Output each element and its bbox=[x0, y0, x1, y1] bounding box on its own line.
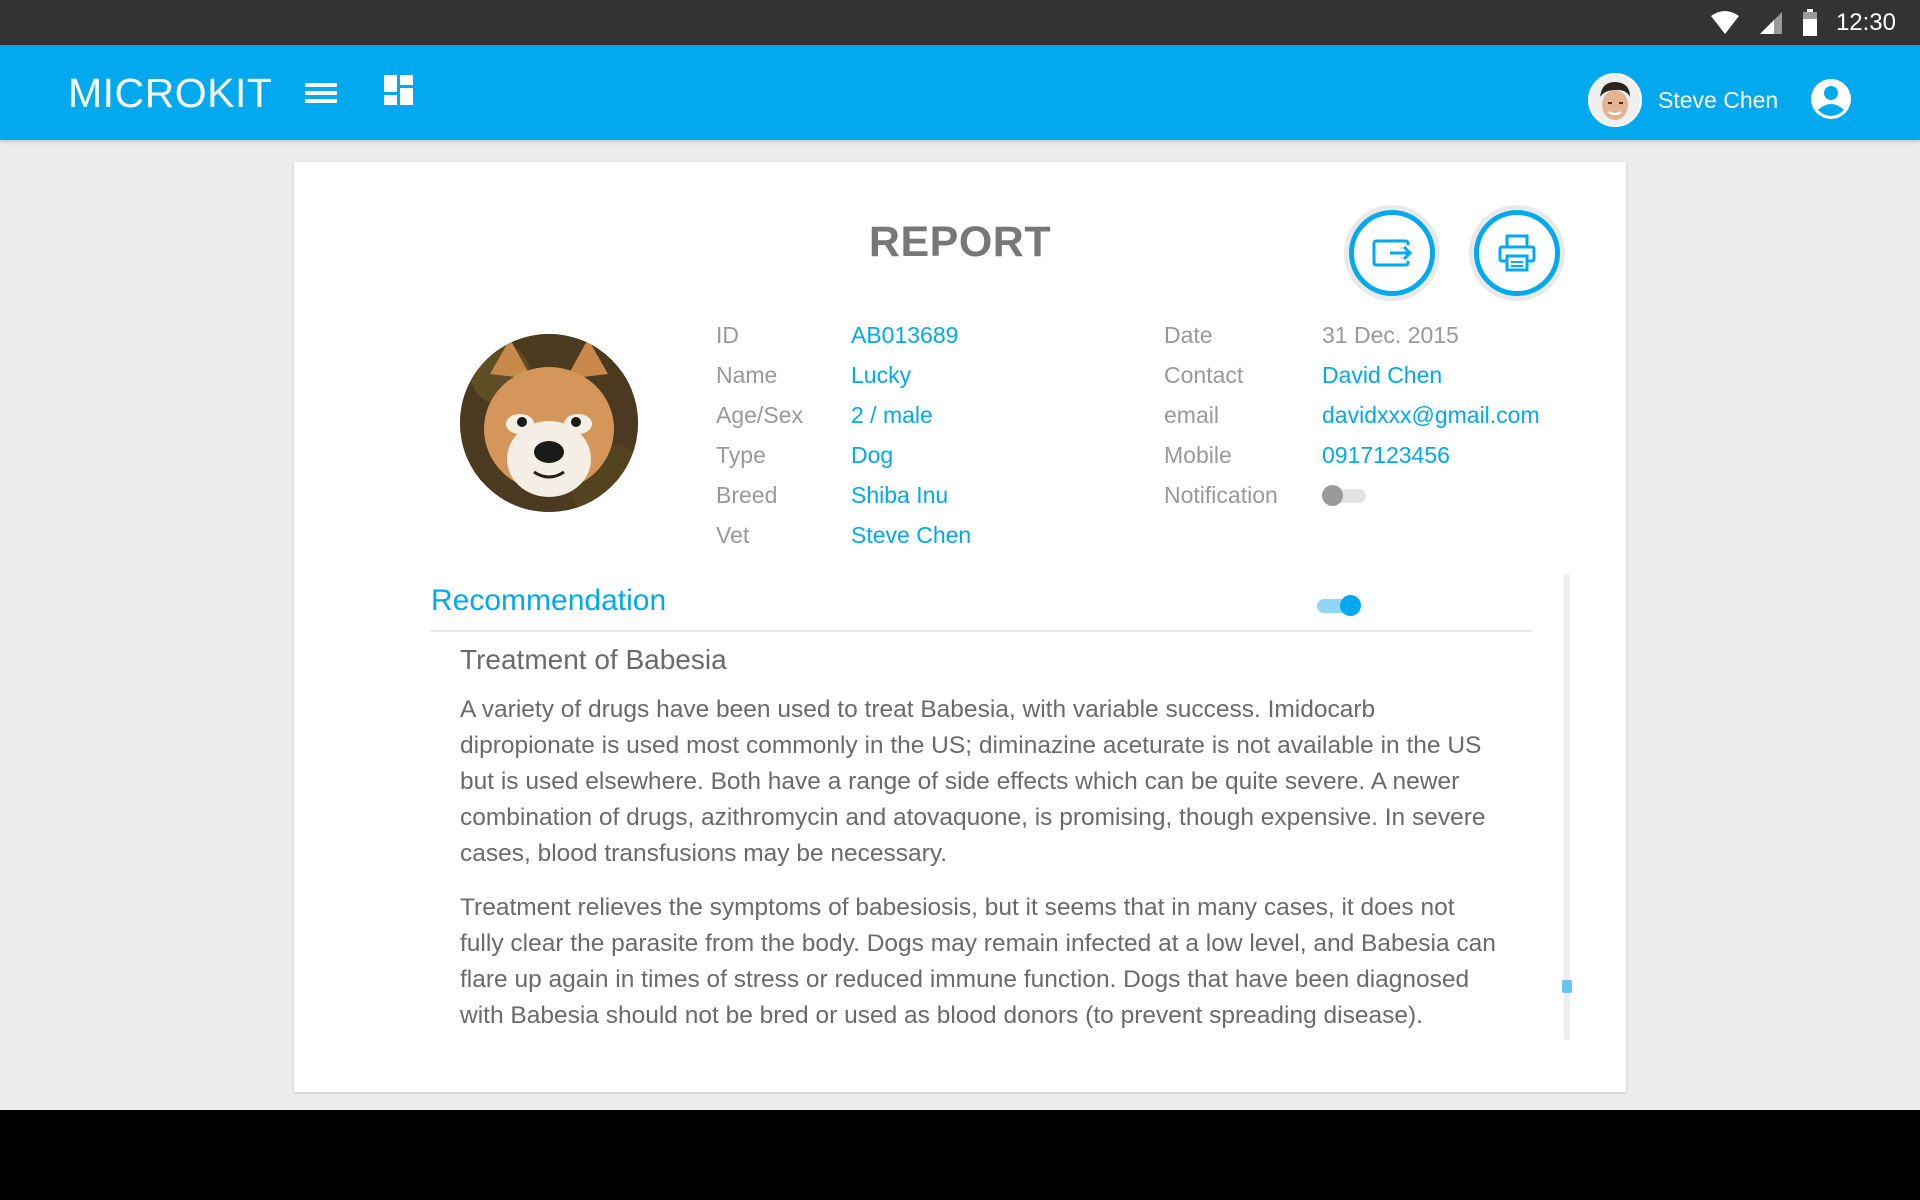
field-label: Mobile bbox=[1164, 441, 1232, 468]
field-value: Steve Chen bbox=[851, 521, 972, 548]
field-label: Age/Sex bbox=[716, 401, 803, 428]
cell-signal-icon bbox=[1758, 10, 1784, 36]
menu-button[interactable] bbox=[302, 77, 340, 109]
account-button[interactable] bbox=[1809, 77, 1853, 121]
field-value: Dog bbox=[851, 441, 894, 468]
system-navigation-bar bbox=[0, 1110, 1920, 1200]
field-label: Type bbox=[716, 441, 766, 468]
dashboard-icon bbox=[384, 75, 413, 105]
recommendation-toggle[interactable] bbox=[1315, 594, 1361, 616]
field-label: Contact bbox=[1164, 361, 1244, 388]
app-title: MICROKIT bbox=[68, 70, 273, 116]
contact-name[interactable]: David Chen bbox=[1322, 362, 1442, 389]
print-button[interactable] bbox=[1474, 210, 1560, 296]
recommendation-content: Treatment of Babesia A variety of drugs … bbox=[460, 644, 1500, 1052]
info-row-type: Type Dog bbox=[716, 435, 971, 475]
status-time: 12:30 bbox=[1835, 8, 1896, 36]
field-value: Lucky bbox=[851, 361, 912, 388]
user-avatar bbox=[1588, 73, 1642, 127]
account-circle-icon bbox=[1811, 79, 1851, 119]
field-value: AB013689 bbox=[851, 321, 959, 348]
scrollbar[interactable] bbox=[1562, 574, 1572, 1040]
email-link[interactable]: davidxxx@gmail.com bbox=[1322, 402, 1540, 429]
info-row-date: Date 31 Dec. 2015 bbox=[1164, 315, 1540, 355]
field-label: Name bbox=[716, 361, 778, 388]
scrollbar-thumb[interactable] bbox=[1562, 980, 1572, 993]
info-row-age-sex: Age/Sex 2 / male bbox=[716, 395, 971, 435]
info-row-contact: Contact David Chen bbox=[1164, 355, 1540, 395]
info-row-notification: Notification bbox=[1164, 475, 1540, 515]
menu-icon bbox=[305, 83, 337, 103]
field-value: Shiba Inu bbox=[851, 481, 949, 508]
toggle-knob bbox=[1322, 485, 1343, 506]
wifi-icon bbox=[1710, 10, 1740, 36]
status-bar: 12:30 bbox=[0, 0, 1920, 45]
treatment-paragraph: A variety of drugs have been used to tre… bbox=[460, 696, 1486, 867]
field-label: ID bbox=[716, 321, 739, 348]
info-row-vet: Vet Steve Chen bbox=[716, 515, 971, 555]
pet-photo bbox=[460, 334, 638, 512]
info-row-email: email davidxxx@gmail.com bbox=[1164, 395, 1540, 435]
user-name: Steve Chen bbox=[1658, 86, 1779, 113]
info-row-id: ID AB013689 bbox=[716, 315, 971, 355]
app-bar: MICROKIT Steve Chen bbox=[0, 45, 1920, 140]
mobile-link[interactable]: 0917123456 bbox=[1322, 442, 1450, 469]
pet-info-list: ID AB013689 Name Lucky Age/Sex 2 / male … bbox=[716, 315, 971, 555]
battery-icon bbox=[1802, 8, 1818, 37]
info-row-mobile: Mobile 0917123456 bbox=[1164, 435, 1540, 475]
field-label: Date bbox=[1164, 321, 1213, 348]
report-date: 31 Dec. 2015 bbox=[1322, 321, 1459, 348]
toggle-knob bbox=[1340, 595, 1361, 616]
notification-toggle[interactable] bbox=[1322, 484, 1368, 506]
field-label: Notification bbox=[1164, 481, 1278, 508]
print-icon bbox=[1498, 234, 1536, 272]
field-label: Vet bbox=[716, 521, 750, 548]
field-label: email bbox=[1164, 401, 1219, 428]
field-label: Breed bbox=[716, 481, 778, 508]
treatment-paragraph: Treatment relieves the symptoms of babes… bbox=[460, 894, 1496, 1029]
report-card: REPORT ID AB013689 Name Lucky Age/Sex 2 … bbox=[294, 162, 1626, 1092]
info-row-breed: Breed Shiba Inu bbox=[716, 475, 971, 515]
export-button[interactable] bbox=[1349, 210, 1435, 296]
info-row-name: Name Lucky bbox=[716, 355, 971, 395]
user-profile-chip[interactable]: Steve Chen bbox=[1588, 72, 1778, 128]
dashboard-button[interactable] bbox=[382, 73, 416, 107]
app-screen: 12:30 MICROKIT Steve Chen REPORT ID AB01… bbox=[0, 0, 1920, 1200]
field-value: 2 / male bbox=[851, 401, 933, 428]
export-icon bbox=[1372, 239, 1412, 267]
recommendation-title: Recommendation bbox=[431, 584, 667, 617]
treatment-heading: Treatment of Babesia bbox=[460, 644, 727, 675]
recommendation-header: Recommendation bbox=[431, 574, 1531, 632]
owner-info-list: Date 31 Dec. 2015 Contact David Chen ema… bbox=[1164, 315, 1540, 515]
